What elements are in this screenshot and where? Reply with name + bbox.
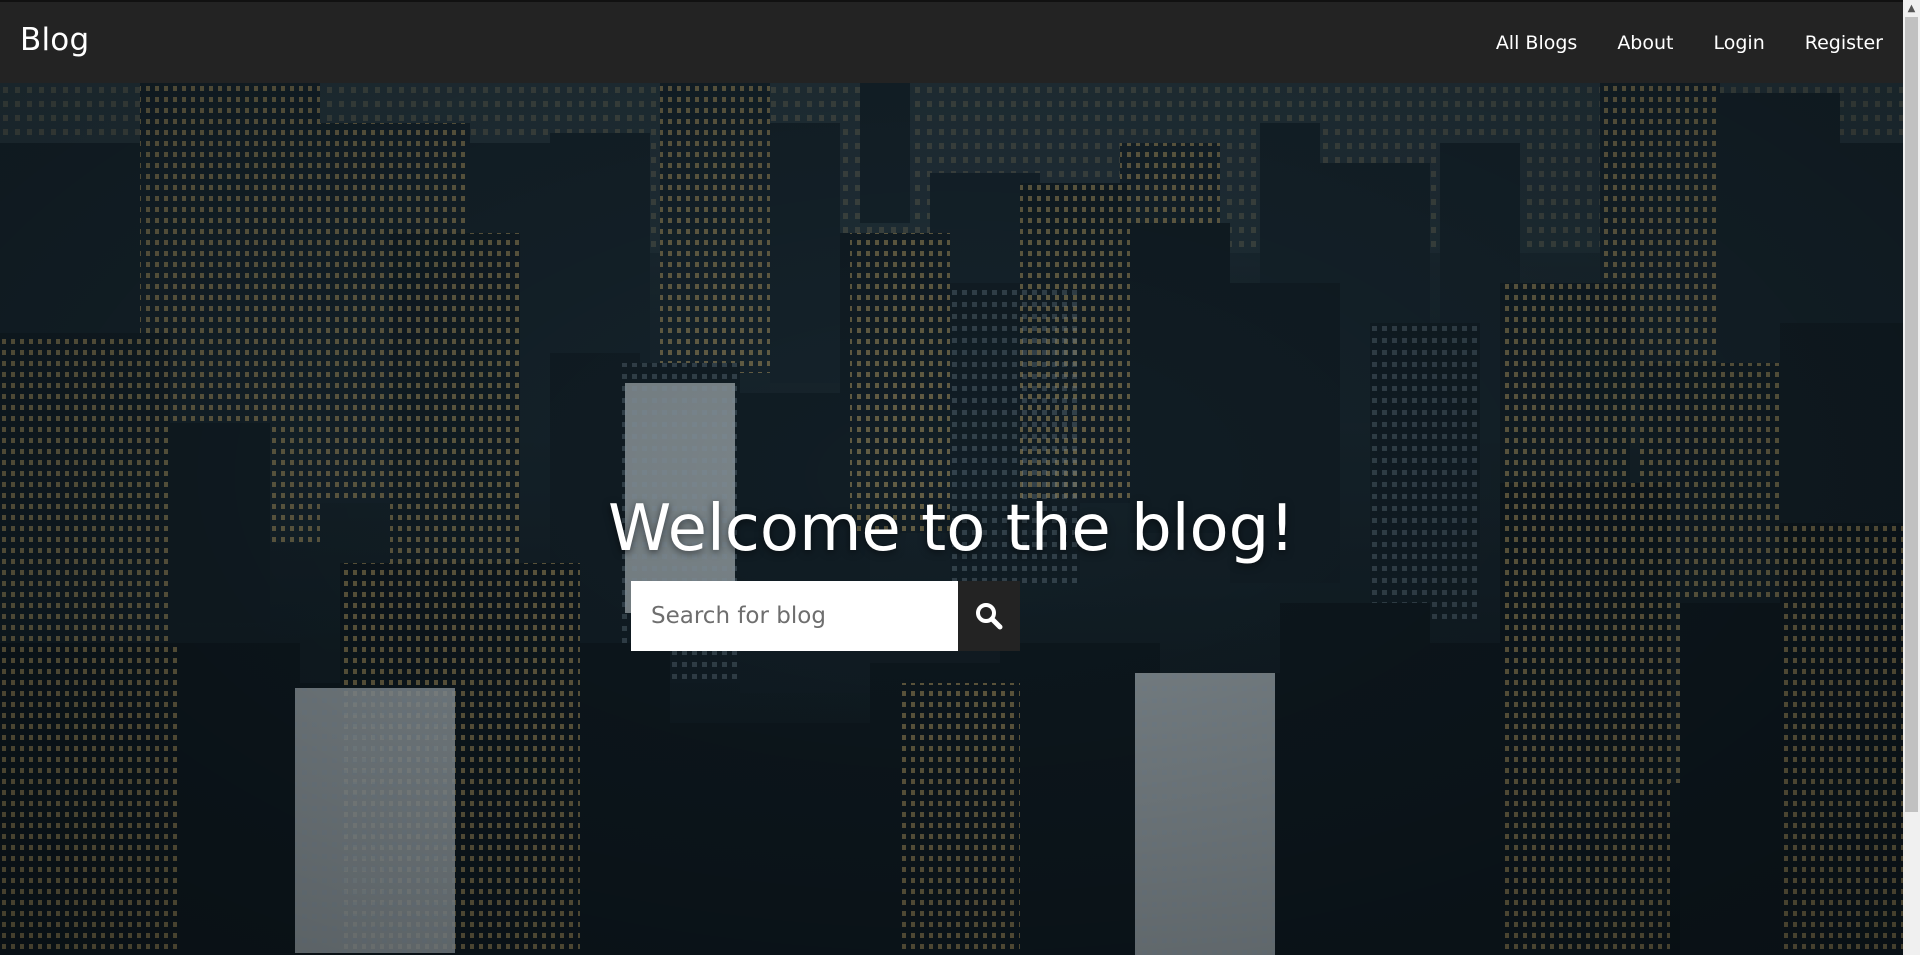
- page-scrollbar[interactable]: ▲: [1903, 0, 1920, 955]
- nav-link-register[interactable]: Register: [1805, 32, 1883, 54]
- search-button[interactable]: [958, 581, 1020, 651]
- scrollbar-thumb[interactable]: [1905, 17, 1918, 812]
- search-bar: [631, 581, 1020, 651]
- scroll-up-arrow-icon[interactable]: ▲: [1903, 0, 1920, 17]
- page: Blog All Blogs About Login Register Welc…: [0, 0, 1920, 955]
- nav-link-all-blogs[interactable]: All Blogs: [1496, 32, 1578, 54]
- nav-links: All Blogs About Login Register: [1496, 32, 1883, 54]
- search-icon: [976, 603, 1003, 630]
- hero-title: Welcome to the blog!: [608, 492, 1295, 566]
- search-input[interactable]: [631, 581, 958, 651]
- brand-logo[interactable]: Blog: [20, 22, 89, 58]
- nav-link-about[interactable]: About: [1617, 32, 1673, 54]
- top-navbar: Blog All Blogs About Login Register: [0, 0, 1903, 83]
- nav-link-login[interactable]: Login: [1714, 32, 1765, 54]
